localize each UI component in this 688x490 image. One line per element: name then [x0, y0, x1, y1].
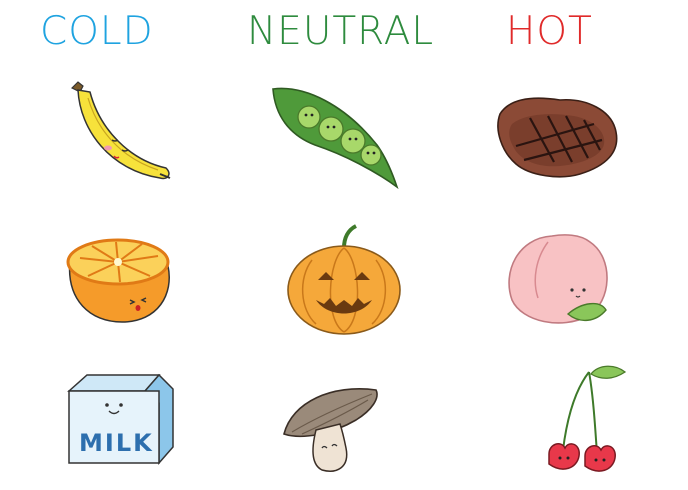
peas-icon: [265, 75, 415, 205]
orange-icon: [50, 220, 200, 350]
peach-icon: [492, 218, 642, 348]
hot-heading: HOT: [506, 9, 593, 54]
milk-label: MILK: [79, 429, 154, 457]
mushroom-icon: [272, 350, 422, 480]
cherries-icon: [515, 360, 665, 490]
cold-heading: COLD: [40, 9, 154, 54]
pumpkin-icon: [272, 220, 422, 350]
steak-icon: [490, 70, 640, 200]
banana-icon: [50, 70, 200, 200]
neutral-heading: NEUTRAL: [247, 9, 435, 54]
milk-carton-icon: MILK: [55, 355, 205, 485]
